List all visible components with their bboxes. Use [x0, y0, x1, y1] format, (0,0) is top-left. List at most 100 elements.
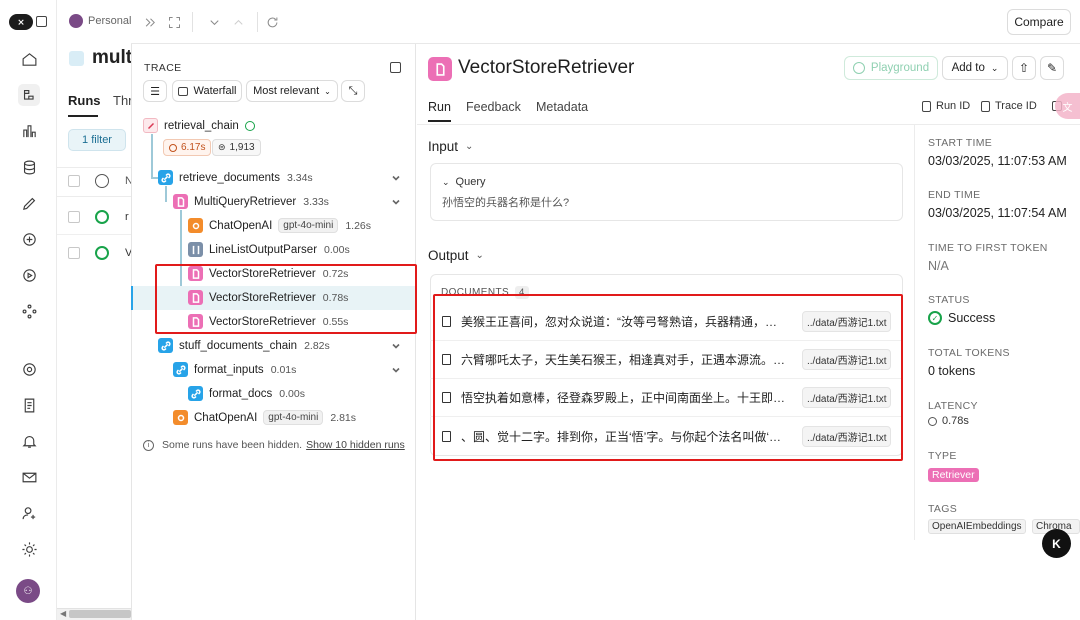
play-icon — [852, 62, 865, 74]
chevron-down-icon[interactable] — [205, 13, 223, 31]
notifications-icon[interactable] — [18, 430, 40, 452]
node-duration: 0.01s — [270, 363, 297, 376]
status-value: ✓ Success — [928, 311, 995, 325]
tag-badge[interactable]: OpenAIEmbeddings — [928, 519, 1026, 534]
playground-button[interactable]: Playground — [844, 56, 938, 80]
chevron-up-icon[interactable] — [229, 13, 247, 31]
success-icon — [95, 246, 109, 260]
run-row-name[interactable]: r — [125, 211, 129, 223]
mail-icon[interactable] — [18, 466, 40, 488]
sidebar-toggle-icon[interactable] — [36, 16, 47, 27]
floating-assistant-icon[interactable]: K — [1042, 529, 1071, 558]
tab-threads[interactable]: Thr — [113, 93, 133, 108]
tab-metadata[interactable]: Metadata — [536, 100, 588, 114]
latency-badge: 6.17s — [163, 139, 212, 156]
projects-icon[interactable] — [18, 84, 40, 106]
playground-label: Playground — [870, 62, 930, 74]
collapse-all-icon[interactable]: ⤡ — [341, 80, 365, 102]
node-name: ChatOpenAI — [209, 219, 273, 232]
root-tokens: 1,913 — [229, 142, 255, 153]
tags-label: TAGS — [928, 503, 958, 515]
add-to-button[interactable]: Add to ⌄ — [942, 56, 1008, 80]
annotation-icon[interactable] — [18, 192, 40, 214]
output-section-header[interactable]: Output ⌄ — [428, 248, 484, 263]
trace-root-node[interactable]: retrieval_chain — [143, 118, 255, 133]
trace-node-retrieve-documents[interactable]: retrieve_documents 3.34s — [158, 170, 313, 185]
annotation-highlight-box — [433, 294, 903, 461]
tab-runs[interactable]: Runs — [68, 93, 101, 108]
chevron-down-icon[interactable] — [390, 340, 402, 352]
scrollbar-thumb[interactable] — [69, 610, 131, 618]
tab-run[interactable]: Run — [428, 100, 451, 114]
dashboards-icon[interactable] — [18, 120, 40, 142]
run-id-button[interactable]: Run ID — [922, 100, 970, 112]
share-icon[interactable]: ⇧ — [1012, 56, 1036, 80]
select-all-checkbox[interactable] — [68, 175, 80, 187]
theme-icon[interactable] — [18, 538, 40, 560]
success-check-icon: ✓ — [928, 311, 942, 325]
show-hidden-runs-link[interactable]: Show 10 hidden runs — [306, 439, 405, 451]
input-section-header[interactable]: Input ⌄ — [428, 139, 473, 154]
filter-button[interactable]: 1 filter — [68, 129, 126, 151]
trace-node-format-docs[interactable]: format_docs 0.00s — [188, 386, 305, 401]
node-name: MultiQueryRetriever — [194, 195, 297, 208]
tab-run-underline — [428, 120, 451, 122]
node-name: format_inputs — [194, 363, 264, 376]
invite-user-icon[interactable] — [18, 502, 40, 524]
node-duration: 3.34s — [287, 171, 313, 184]
toolbar-divider — [257, 12, 258, 32]
annotation-highlight-box — [155, 264, 417, 334]
node-name: stuff_documents_chain — [179, 339, 298, 352]
chevron-down-icon[interactable] — [390, 172, 402, 184]
refresh-icon[interactable] — [263, 13, 281, 31]
settings-icon[interactable] — [18, 358, 40, 380]
trace-node-multiquery-retriever[interactable]: MultiQueryRetriever 3.33s — [173, 194, 329, 209]
trace-id-label: Trace ID — [995, 100, 1037, 112]
tab-feedback[interactable]: Feedback — [466, 100, 521, 114]
root-node-name: retrieval_chain — [164, 119, 239, 132]
app-logo[interactable]: ⨯ — [9, 14, 33, 30]
collapse-panel-icon[interactable] — [141, 13, 159, 31]
tree-line — [165, 186, 167, 202]
trace-node-chatopenai[interactable]: ChatOpenAI gpt-4o-mini 1.26s — [188, 218, 371, 233]
add-to-label: Add to — [951, 62, 985, 74]
openai-icon — [173, 410, 188, 425]
chevron-down-icon[interactable] — [390, 364, 402, 376]
compare-button[interactable]: Compare — [1007, 9, 1071, 35]
chevron-down-icon[interactable] — [390, 196, 402, 208]
trace-node-linelist-parser[interactable]: LineListOutputParser 0.00s — [188, 242, 350, 257]
playground-icon[interactable] — [18, 264, 40, 286]
edit-icon[interactable]: ✎ — [1040, 56, 1064, 80]
row-checkbox[interactable] — [68, 211, 80, 223]
document-icon — [173, 194, 188, 209]
waterfall-button[interactable]: Waterfall — [172, 80, 242, 102]
expand-icon[interactable] — [165, 13, 183, 31]
scroll-left-arrow-icon[interactable]: ◀ — [60, 609, 66, 618]
info-icon: i — [143, 439, 154, 451]
panel-toggle-icon[interactable] — [390, 62, 401, 73]
deployments-icon[interactable] — [18, 300, 40, 322]
query-card — [430, 163, 903, 221]
row-checkbox[interactable] — [68, 247, 80, 259]
docs-icon[interactable] — [18, 394, 40, 416]
trace-header: TRACE — [144, 62, 182, 74]
translate-float-icon[interactable]: 文 — [1055, 93, 1080, 119]
sort-label: Most relevant — [253, 85, 320, 97]
total-tokens-label: TOTAL TOKENS — [928, 347, 1010, 359]
datasets-icon[interactable] — [18, 156, 40, 178]
trace-node-format-inputs[interactable]: format_inputs 0.01s — [173, 362, 296, 377]
latency-text: 0.78s — [942, 415, 969, 427]
workspace-name[interactable]: Personal — [88, 15, 131, 27]
node-duration: 2.82s — [304, 339, 330, 352]
end-time-value: 03/03/2025, 11:07:54 AM — [928, 206, 1067, 220]
sort-dropdown[interactable]: Most relevant ⌄ — [246, 80, 338, 102]
trace-node-stuff-documents-chain[interactable]: stuff_documents_chain 2.82s — [158, 338, 330, 353]
trace-node-chatopenai-2[interactable]: ChatOpenAI gpt-4o-mini 2.81s — [173, 410, 356, 425]
prompts-icon[interactable] — [18, 228, 40, 250]
filter-icon[interactable]: ☰ — [143, 80, 167, 102]
total-tokens-value: 0 tokens — [928, 364, 976, 378]
query-toggle[interactable]: ⌄ Query — [442, 176, 486, 188]
home-icon[interactable] — [18, 48, 40, 70]
avatar[interactable]: ⚇ — [16, 579, 40, 603]
trace-id-button[interactable]: Trace ID — [981, 100, 1037, 112]
